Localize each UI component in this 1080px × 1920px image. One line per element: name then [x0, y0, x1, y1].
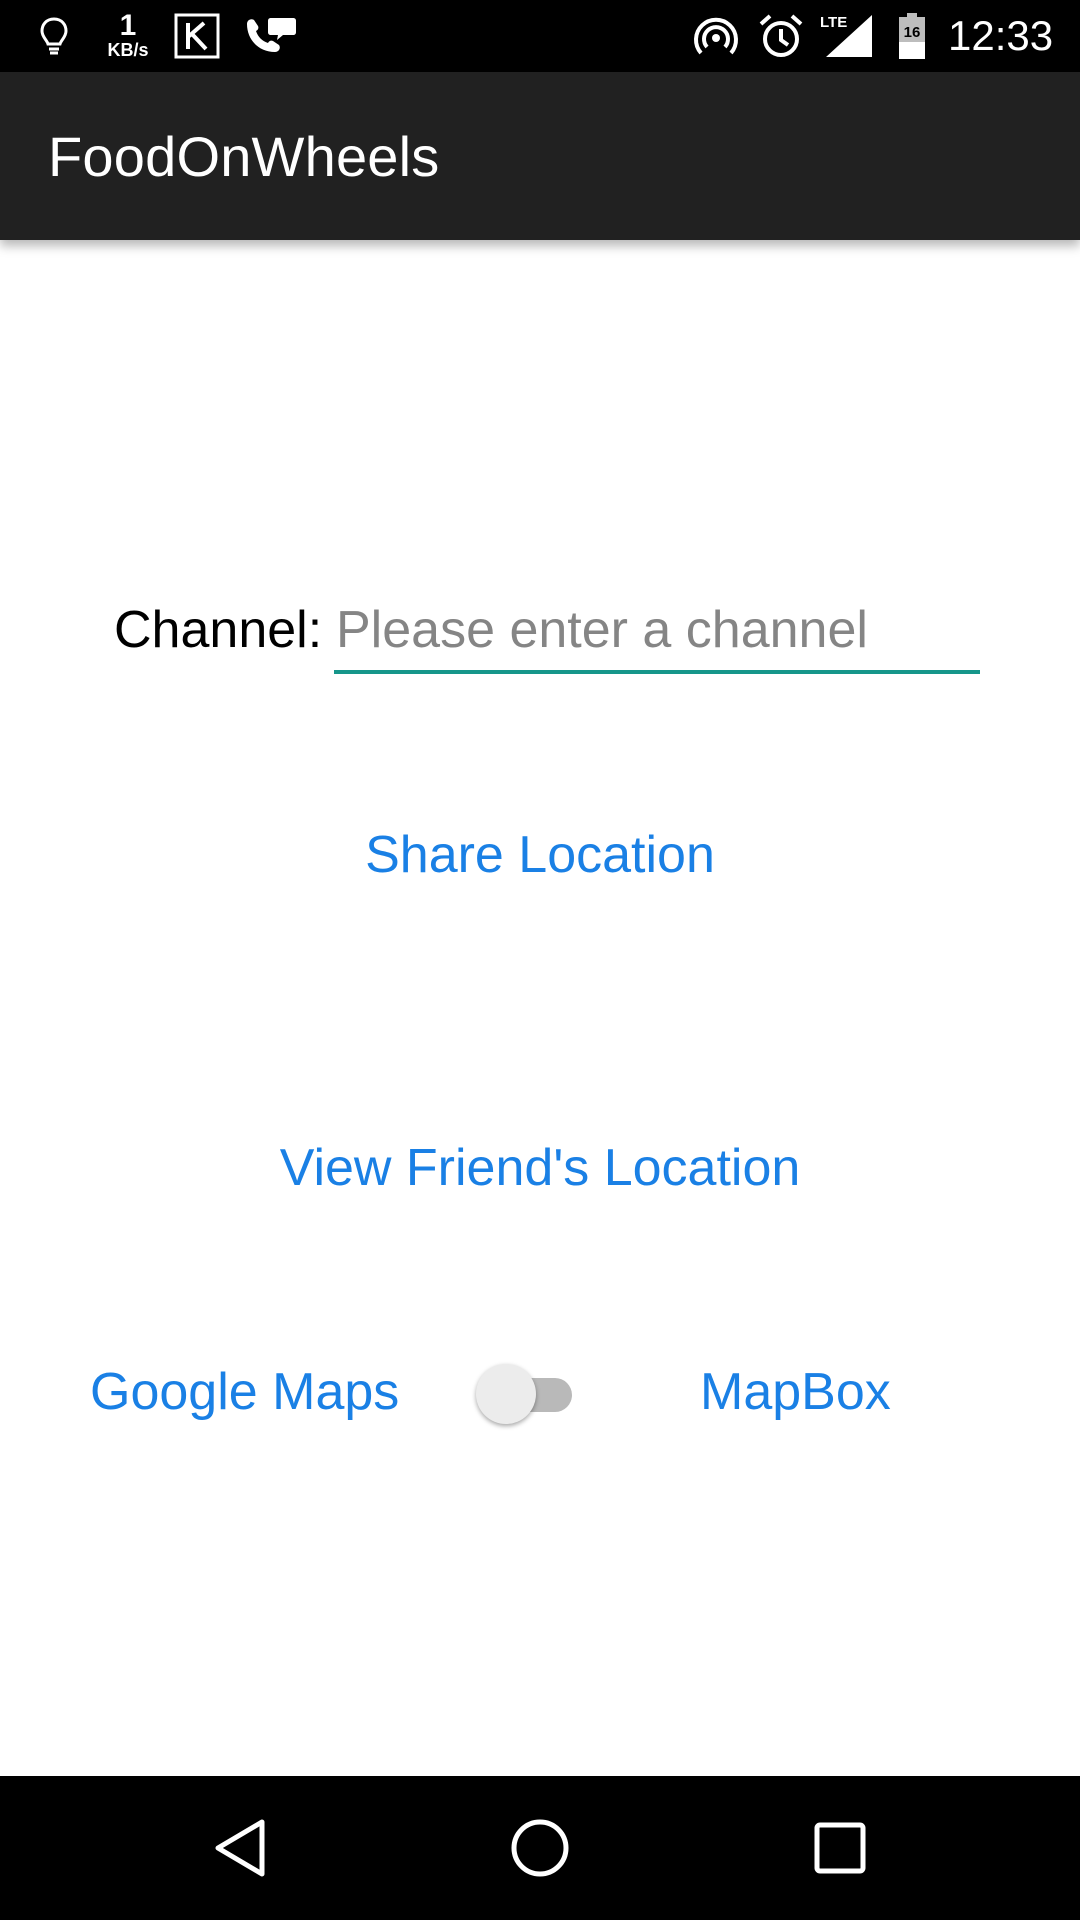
- status-bar: 1 KB/s LTE 16 12:33: [0, 0, 1080, 72]
- battery-level: 16: [903, 24, 921, 41]
- mapbox-label[interactable]: MapBox: [700, 1342, 891, 1442]
- app-title: FoodOnWheels: [48, 124, 440, 188]
- network-speed-value: 1: [119, 9, 137, 42]
- phone-chat-icon: [242, 0, 298, 72]
- channel-label: Channel:: [114, 601, 323, 659]
- network-speed: 1 KB/s: [96, 0, 160, 72]
- map-provider-switch[interactable]: [476, 1362, 580, 1426]
- app-bar: FoodOnWheels: [0, 72, 1080, 240]
- network-speed-unit: KB/s: [107, 40, 149, 60]
- hotspot-icon: [690, 0, 742, 72]
- keeper-k-icon: [172, 0, 222, 72]
- channel-input[interactable]: [334, 590, 980, 674]
- home-icon[interactable]: [460, 1776, 620, 1920]
- battery-icon: 16: [892, 0, 932, 72]
- alarm-icon: [756, 0, 806, 72]
- signal-icon: LTE: [818, 0, 874, 72]
- recents-icon[interactable]: [760, 1776, 920, 1920]
- nav-bar: [0, 1776, 1080, 1920]
- switch-thumb: [476, 1364, 536, 1424]
- view-friend-location-button[interactable]: View Friend's Location: [0, 1118, 1080, 1218]
- back-icon[interactable]: [160, 1776, 320, 1920]
- lightbulb-icon: [34, 0, 74, 72]
- google-maps-label[interactable]: Google Maps: [90, 1342, 399, 1442]
- share-location-button[interactable]: Share Location: [0, 805, 1080, 905]
- svg-text:LTE: LTE: [820, 14, 847, 31]
- status-time: 12:33: [948, 12, 1054, 59]
